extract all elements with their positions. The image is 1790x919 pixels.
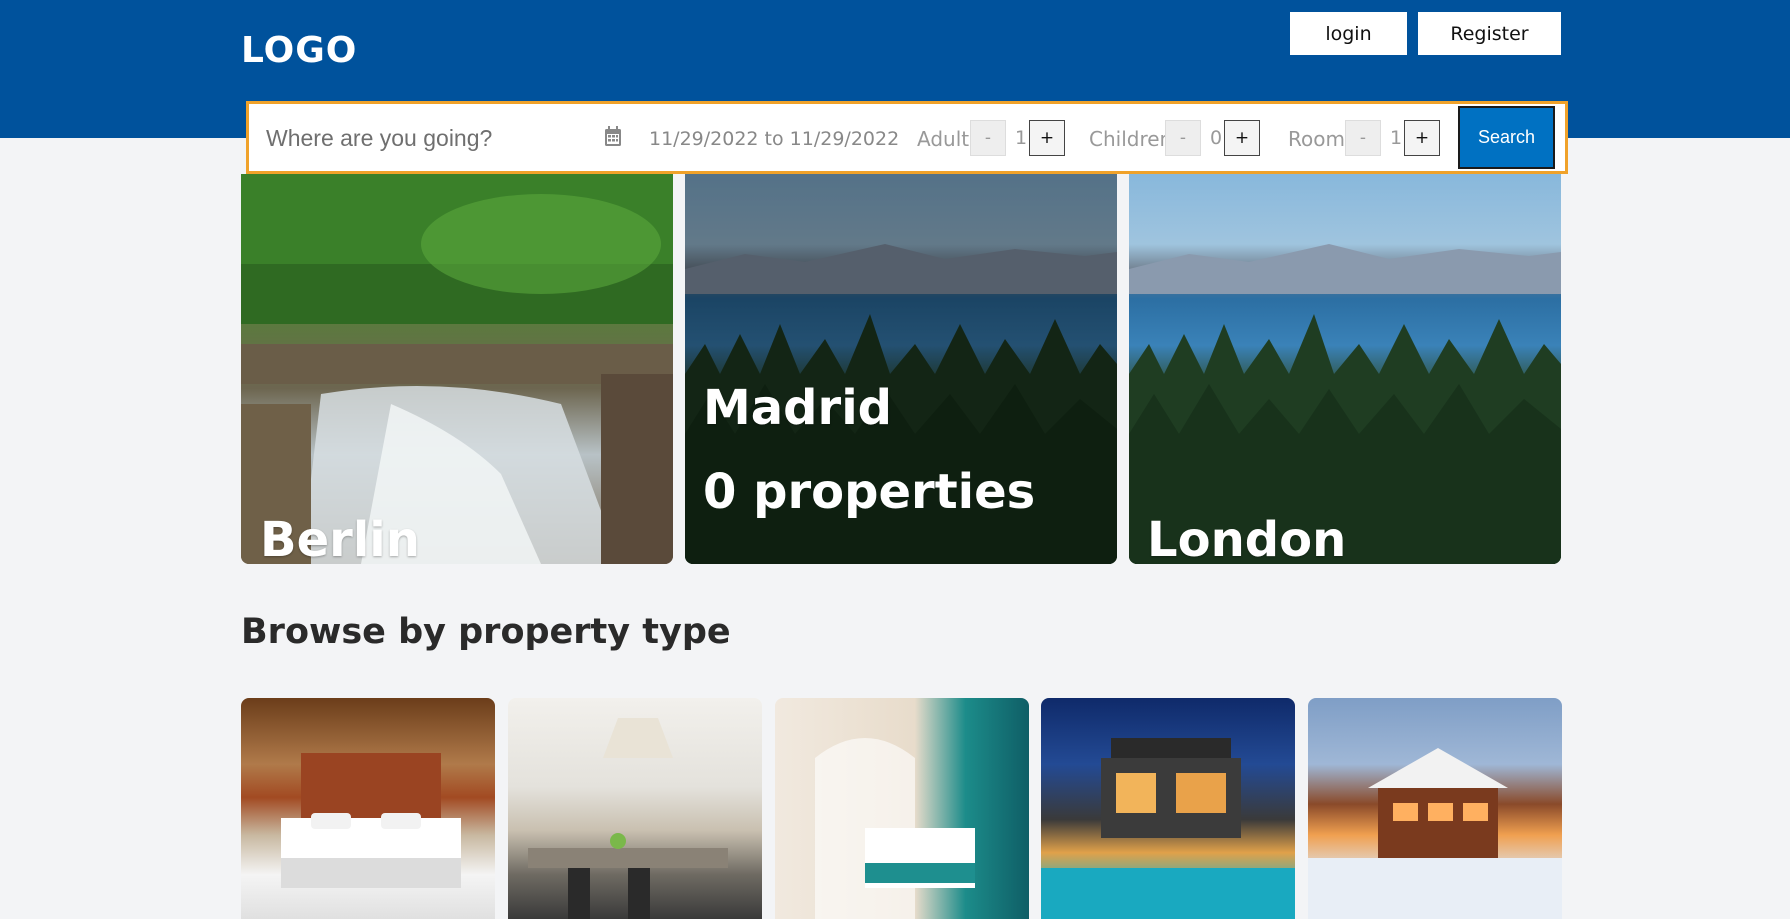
property-type-card[interactable] (508, 698, 762, 919)
bedroom-image (281, 753, 461, 888)
adult-count: 1 (1014, 127, 1028, 149)
city-name: London (1147, 512, 1347, 564)
children-count: 0 (1209, 127, 1223, 149)
city-name: Berlin (260, 512, 420, 564)
city-property-count: 0 properties (703, 464, 1036, 520)
property-type-card[interactable] (1308, 698, 1562, 919)
room-increment-button[interactable]: + (1404, 120, 1440, 156)
section-title: Browse by property type (241, 612, 731, 652)
adult-increment-button[interactable]: + (1029, 120, 1065, 156)
login-button[interactable]: login (1290, 12, 1407, 55)
children-increment-button[interactable]: + (1224, 120, 1260, 156)
destination-input[interactable] (266, 122, 586, 154)
children-decrement-button[interactable]: - (1165, 120, 1201, 156)
logo[interactable]: LOGO (241, 30, 357, 71)
featured-card-london[interactable]: London (1129, 174, 1561, 564)
search-bar: 11/29/2022 to 11/29/2022 Adult - 1 + Chi… (246, 101, 1568, 174)
adult-label: Adult (917, 127, 970, 151)
apartment-kitchen-image (528, 718, 728, 919)
property-type-card[interactable] (1041, 698, 1295, 919)
search-button[interactable]: Search (1458, 106, 1555, 169)
room-label: Room (1288, 127, 1345, 151)
lake-forest-image (1129, 244, 1561, 564)
room-decrement-button[interactable]: - (1345, 120, 1381, 156)
villa-image (1041, 738, 1295, 919)
featured-card-berlin[interactable]: Berlin (241, 174, 673, 564)
date-range-picker[interactable]: 11/29/2022 to 11/29/2022 (649, 128, 899, 150)
children-label: Children (1089, 127, 1173, 151)
featured-card-madrid[interactable]: Madrid 0 properties (685, 174, 1117, 564)
register-button[interactable]: Register (1418, 12, 1561, 55)
cabin-image (1308, 748, 1562, 919)
property-type-card[interactable] (775, 698, 1029, 919)
resort-room-image (815, 738, 975, 919)
room-count: 1 (1389, 127, 1403, 149)
waterfall-image (241, 174, 673, 564)
city-name: Madrid (703, 380, 892, 436)
calendar-icon[interactable] (604, 126, 622, 147)
property-type-card[interactable] (241, 698, 495, 919)
adult-decrement-button[interactable]: - (970, 120, 1006, 156)
